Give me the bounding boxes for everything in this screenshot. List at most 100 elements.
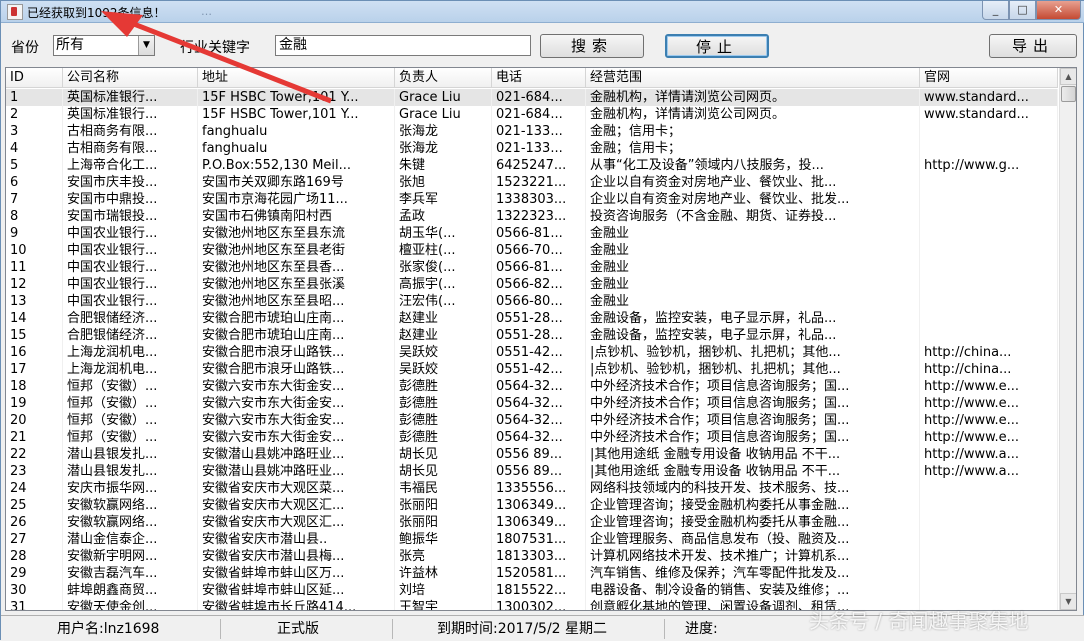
table-row[interactable]: 15 合肥银储经济... 安徽合肥市琥珀山庄南... 赵建业 0551-28... 金融设…	[6, 327, 1058, 344]
cell-col-address: 安徽池州地区东至县老街	[198, 242, 395, 259]
table-row[interactable]: 24 安庆市振华网... 安徽省安庆市大观区菜... 韦福民 1335556... 网络科…	[6, 480, 1058, 497]
cell-col-scope: |其他用途纸 金融专用设备 收钠用品 不干...	[586, 463, 920, 480]
vertical-scrollbar[interactable]: ▲ ▼	[1059, 68, 1076, 610]
cell-col-contact: 彭德胜	[395, 378, 492, 395]
cell-col-company: 安国市瑞银投...	[63, 208, 198, 225]
table-row[interactable]: 27 潜山金信泰企... 安徽省安庆市潜山县.. 鲍振华 1807531... 企业管理服…	[6, 531, 1058, 548]
chevron-down-icon[interactable]: ▼	[138, 36, 154, 55]
table-row[interactable]: 13 中国农业银行... 安徽池州地区东至县昭... 汪宏伟(... 0566-80..…	[6, 293, 1058, 310]
cell-col-contact: 王智宇	[395, 599, 492, 610]
table-row[interactable]: 1 英国标准银行... 15F HSBC Tower,101 Y... Grace L…	[6, 89, 1058, 106]
table-row[interactable]: 8 安国市瑞银投... 安国市石佛镇南阳村西 孟政 1322323... 投资咨询服务（不…	[6, 208, 1058, 225]
table-row[interactable]: 7 安国市中鼎投... 安国市京海花园广场11... 李兵军 1338303... 企业以…	[6, 191, 1058, 208]
table-row[interactable]: 9 中国农业银行... 安徽池州地区东至县东流 胡玉华(... 0566-81... 金融…	[6, 225, 1058, 242]
header-col-id[interactable]: ID	[6, 68, 63, 88]
table-row[interactable]: 16 上海龙润机电... 安徽合肥市浪牙山路铁... 吴跃姣 0551-42... |点钞…	[6, 344, 1058, 361]
table-row[interactable]: 2 英国标准银行... 15F HSBC Tower,101 Y... Grace L…	[6, 106, 1058, 123]
cell-col-company: 中国农业银行...	[63, 276, 198, 293]
header-col-phone[interactable]: 电话	[492, 68, 586, 88]
cell-col-contact: 胡长见	[395, 463, 492, 480]
scroll-down-icon[interactable]: ▼	[1060, 593, 1076, 610]
cell-col-scope: 企业以自有资金对房地产业、餐饮业、批发...	[586, 191, 920, 208]
table-row[interactable]: 4 古相商务有限... fanghualu 张海龙 021-133... 金融；信用卡；	[6, 140, 1058, 157]
table-row[interactable]: 21 恒邦（安徽）... 安徽六安市东大街金安... 彭德胜 0564-32... 中外经…	[6, 429, 1058, 446]
cell-col-scope: 金融业	[586, 293, 920, 310]
cell-col-website	[920, 480, 1058, 497]
cell-col-company: 上海龙润机电...	[63, 344, 198, 361]
cell-col-website	[920, 123, 1058, 140]
table-row[interactable]: 3 古相商务有限... fanghualu 张海龙 021-133... 金融；信用卡；	[6, 123, 1058, 140]
cell-col-id: 13	[6, 293, 63, 310]
cell-col-contact: 张丽阳	[395, 497, 492, 514]
table-row[interactable]: 22 潜山县银发扎... 安徽潜山县姚冲路旺业... 胡长见 0556 89... |其他…	[6, 446, 1058, 463]
cell-col-id: 10	[6, 242, 63, 259]
cell-col-company: 中国农业银行...	[63, 242, 198, 259]
table-body[interactable]: 1 英国标准银行... 15F HSBC Tower,101 Y... Grace L…	[6, 89, 1058, 610]
table-row[interactable]: 10 中国农业银行... 安徽池州地区东至县老街 檀亚柱(... 0566-70... 金…	[6, 242, 1058, 259]
cell-col-address: 安徽六安市东大街金安...	[198, 429, 395, 446]
table-row[interactable]: 17 上海龙润机电... 安徽合肥市浪牙山路铁... 吴跃姣 0551-42... |点钞…	[6, 361, 1058, 378]
header-col-website[interactable]: 官网	[920, 68, 1058, 88]
cell-col-website	[920, 276, 1058, 293]
cell-col-address: 安徽省安庆市大观区汇...	[198, 514, 395, 531]
results-table[interactable]: ID 公司名称 地址 负责人 电话 经营范围 官网 1 英国标准银行... 15F HSBC T…	[5, 67, 1077, 611]
cell-col-phone: 021-133...	[492, 140, 586, 157]
cell-col-contact: 吴跃姣	[395, 361, 492, 378]
table-row[interactable]: 26 安徽软赢网络... 安徽省安庆市大观区汇... 张丽阳 1306349... 企业管…	[6, 514, 1058, 531]
table-row[interactable]: 29 安徽吉磊汽车... 安徽省蚌埠市蚌山区万... 许益林 1520581... 汽车销…	[6, 565, 1058, 582]
cell-col-address: 安徽合肥市浪牙山路铁...	[198, 344, 395, 361]
app-window: 已经获取到1092条信息！ … _ □ ✕ 省份 所有 ▼ 行业关键字 金融 搜…	[0, 0, 1084, 641]
table-row[interactable]: 19 恒邦（安徽）... 安徽六安市东大街金安... 彭德胜 0564-32... 中外经…	[6, 395, 1058, 412]
province-select[interactable]: 所有 ▼	[53, 35, 155, 56]
export-button[interactable]: 导出	[989, 34, 1077, 58]
cell-col-id: 28	[6, 548, 63, 565]
close-button[interactable]: ✕	[1036, 1, 1081, 20]
maximize-button[interactable]: □	[1009, 1, 1036, 20]
stop-button[interactable]: 停止	[665, 34, 769, 58]
table-row[interactable]: 20 恒邦（安徽）... 安徽六安市东大街金安... 彭德胜 0564-32... 中外经…	[6, 412, 1058, 429]
cell-col-company: 中国农业银行...	[63, 293, 198, 310]
table-row[interactable]: 30 蚌埠朗鑫商贸... 安徽省蚌埠市蚌山区延... 刘培 1815522... 电器设备…	[6, 582, 1058, 599]
cell-col-website	[920, 565, 1058, 582]
cell-col-id: 26	[6, 514, 63, 531]
cell-col-address: P.O.Box:552,130 Meil...	[198, 157, 395, 174]
app-icon	[7, 4, 23, 20]
cell-col-address: 安徽省蚌埠市蚌山区延...	[198, 582, 395, 599]
minimize-button[interactable]: _	[982, 1, 1009, 20]
cell-col-phone: 1520581...	[492, 565, 586, 582]
status-bar: 用户名:lnz1698 正式版 到期时间:2017/5/2 星期二 进度:	[1, 615, 1084, 641]
table-row[interactable]: 11 中国农业银行... 安徽池州地区东至县香... 张家俊(... 0566-81..…	[6, 259, 1058, 276]
cell-col-address: 安徽池州地区东至县昭...	[198, 293, 395, 310]
cell-col-website	[920, 225, 1058, 242]
header-col-scope[interactable]: 经营范围	[586, 68, 920, 88]
table-row[interactable]: 14 合肥银储经济... 安徽合肥市琥珀山庄南... 赵建业 0551-28... 金融设…	[6, 310, 1058, 327]
table-row[interactable]: 31 安徽天使金创... 安徽省蚌埠市长丘路414... 王智宇 1300302... 创…	[6, 599, 1058, 610]
header-col-address[interactable]: 地址	[198, 68, 395, 88]
scroll-thumb[interactable]	[1061, 86, 1076, 102]
table-row[interactable]: 12 中国农业银行... 安徽池州地区东至县张溪 高振宇(... 0566-82... 金…	[6, 276, 1058, 293]
title-bar[interactable]: 已经获取到1092条信息！ … _ □ ✕	[1, 1, 1084, 23]
scroll-up-icon[interactable]: ▲	[1060, 68, 1076, 85]
cell-col-address: fanghualu	[198, 123, 395, 140]
cell-col-phone: 1306349...	[492, 497, 586, 514]
cell-col-phone: 1300302...	[492, 599, 586, 610]
cell-col-id: 22	[6, 446, 63, 463]
header-col-company[interactable]: 公司名称	[63, 68, 198, 88]
table-row[interactable]: 18 恒邦（安徽）... 安徽六安市东大街金安... 彭德胜 0564-32... 中外经…	[6, 378, 1058, 395]
header-col-contact[interactable]: 负责人	[395, 68, 492, 88]
keyword-input[interactable]: 金融	[275, 35, 531, 56]
cell-col-company: 潜山县银发扎...	[63, 446, 198, 463]
cell-col-id: 8	[6, 208, 63, 225]
search-button[interactable]: 搜索	[540, 34, 644, 58]
table-row[interactable]: 5 上海帝合化工... P.O.Box:552,130 Meil... 朱键 64252…	[6, 157, 1058, 174]
table-row[interactable]: 23 潜山县银发扎... 安徽潜山县姚冲路旺业... 胡长见 0556 89... |其他…	[6, 463, 1058, 480]
table-row[interactable]: 6 安国市庆丰投... 安国市关双卿东路169号 张旭 1523221... 企业以自有资…	[6, 174, 1058, 191]
table-row[interactable]: 28 安徽新宇明网... 安徽省安庆市潜山县梅... 张亮 1813303... 计算机网…	[6, 548, 1058, 565]
cell-col-contact: 彭德胜	[395, 412, 492, 429]
cell-col-website: http://china...	[920, 361, 1058, 378]
cell-col-address: 安徽省安庆市大观区汇...	[198, 497, 395, 514]
cell-col-phone: 0551-42...	[492, 361, 586, 378]
table-row[interactable]: 25 安徽软赢网络... 安徽省安庆市大观区汇... 张丽阳 1306349... 企业管…	[6, 497, 1058, 514]
cell-col-id: 15	[6, 327, 63, 344]
cell-col-phone: 0566-81...	[492, 259, 586, 276]
